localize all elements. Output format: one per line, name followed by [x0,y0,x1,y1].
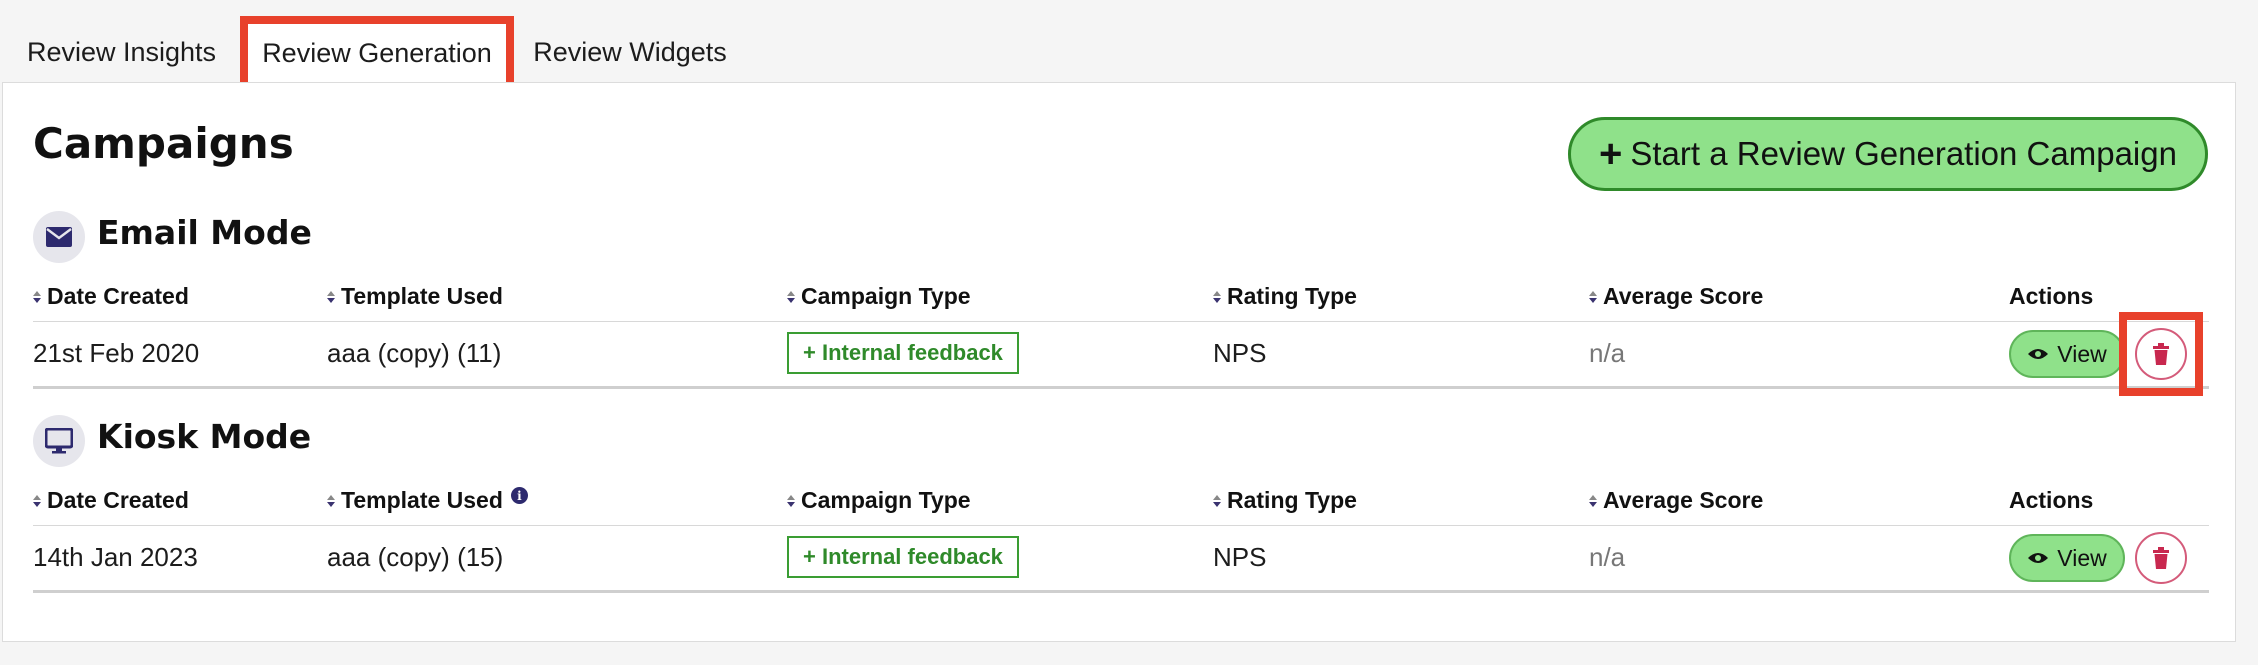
sort-icon [1213,290,1221,303]
cell-template-used: aaa (copy) (11) [327,338,502,368]
kiosk-mode-section: Kiosk Mode Date Created Template Used i … [33,411,2209,593]
cell-date-created: 14th Jan 2023 [33,542,198,572]
view-button[interactable]: View [2009,534,2125,582]
col-actions: Actions [2009,487,2094,513]
col-date-created[interactable]: Date Created [33,487,189,514]
campaign-type-badge: + Internal feedback [787,536,1019,578]
col-average-score[interactable]: Average Score [1589,283,1763,310]
delete-button[interactable] [2135,532,2187,584]
email-mode-section: Email Mode Date Created Template Used Ca… [33,207,2209,396]
cell-rating-type: NPS [1213,542,1267,572]
start-campaign-label: Start a Review Generation Campaign [1630,135,2177,172]
envelope-icon [33,211,85,263]
col-rating-type[interactable]: Rating Type [1213,283,1357,310]
cell-rating-type: NPS [1213,338,1267,368]
page-title: Campaigns [33,119,294,168]
cell-average-score: n/a [1589,338,1626,368]
eye-icon [2028,349,2049,359]
plus-icon: + [1599,132,1623,176]
view-button[interactable]: View [2009,330,2125,378]
cell-average-score: n/a [1589,542,1626,572]
col-template-used[interactable]: Template Used i [327,487,528,514]
sort-icon [33,290,41,303]
cell-template-used: aaa (copy) (15) [327,542,504,572]
email-table-header: Date Created Template Used Campaign Type… [33,277,2209,322]
sort-icon [33,494,41,507]
table-row: 21st Feb 2020 aaa (copy) (11) + Internal… [33,312,2209,396]
kiosk-table-header: Date Created Template Used i Campaign Ty… [33,481,2209,526]
start-campaign-button[interactable]: + Start a Review Generation Campaign [1568,117,2208,191]
sort-icon [1589,290,1597,303]
sort-icon [327,290,335,303]
email-mode-title: Email Mode [97,213,312,252]
eye-icon [2028,553,2049,563]
col-date-created[interactable]: Date Created [33,283,189,310]
col-campaign-type[interactable]: Campaign Type [787,283,971,310]
sort-icon [787,494,795,507]
tab-review-widgets[interactable]: Review Widgets [530,0,730,82]
campaigns-panel: Campaigns + Start a Review Generation Ca… [2,82,2236,642]
info-icon[interactable]: i [510,487,528,504]
kiosk-mode-title: Kiosk Mode [97,417,312,456]
col-actions: Actions [2009,283,2094,309]
sort-icon [1589,494,1597,507]
col-average-score[interactable]: Average Score [1589,487,1763,514]
sort-icon [787,290,795,303]
sort-icon [1213,494,1221,507]
monitor-icon [33,415,85,467]
col-rating-type[interactable]: Rating Type [1213,487,1357,514]
tab-review-generation[interactable]: Review Generation [240,16,514,90]
sort-icon [327,494,335,507]
cell-date-created: 21st Feb 2020 [33,338,200,368]
col-campaign-type[interactable]: Campaign Type [787,487,971,514]
trash-icon [2153,547,2169,569]
campaign-type-badge: + Internal feedback [787,332,1019,374]
tab-review-insights[interactable]: Review Insights [18,0,225,82]
delete-highlight-box [2119,312,2203,396]
col-template-used[interactable]: Template Used [327,283,503,310]
table-row: 14th Jan 2023 aaa (copy) (15) + Internal… [33,526,2209,593]
tab-bar: Review Insights Review Generation Review… [0,0,2258,90]
